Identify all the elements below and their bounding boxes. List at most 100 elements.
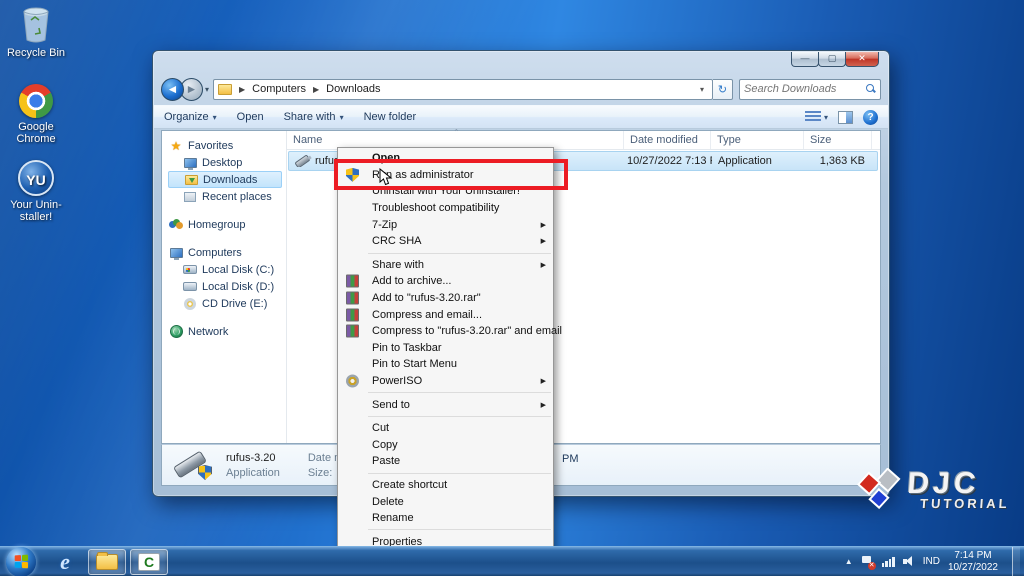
taskbar-c-app[interactable]: C — [130, 549, 168, 575]
winrar-icon — [346, 325, 359, 338]
taskbar-clock[interactable]: 7:14 PM 10/27/2022 — [948, 550, 1004, 574]
clock-date: 10/27/2022 — [948, 562, 998, 574]
refresh-button[interactable]: ↻ — [713, 79, 733, 100]
menu-item-share-with[interactable]: Share with — [338, 257, 553, 274]
network-icon — [170, 325, 183, 338]
disk-c-icon — [183, 265, 197, 274]
address-bar[interactable]: ▶ Computers ▶ Downloads ▾ — [213, 79, 713, 100]
system-tray: ▲ IND 7:14 PM 10/27/2022 — [845, 547, 1024, 576]
favorites-star-icon: ★ — [171, 139, 182, 153]
sidebar-group-favorites[interactable]: ★ Favorites — [168, 137, 286, 154]
watermark-subtitle: TUTORIAL — [919, 496, 1010, 511]
menu-item-send-to[interactable]: Send to — [338, 396, 553, 413]
close-button[interactable]: ✕ — [845, 52, 879, 67]
winrar-icon — [346, 275, 359, 288]
context-menu: Open Run as administrator Uninstall with… — [337, 147, 554, 553]
cd-drive-icon — [184, 298, 196, 310]
desktop-icon-your-uninstaller[interactable]: YU Your Unin-staller! — [0, 160, 72, 223]
navigation-pane: ★ Favorites Desktop Downloads Recent pla… — [162, 131, 286, 443]
help-button[interactable]: ? — [863, 110, 878, 125]
menu-item-poweriso[interactable]: PowerISO — [338, 373, 553, 390]
volume-icon[interactable] — [903, 556, 915, 567]
search-icon — [866, 84, 876, 94]
language-indicator[interactable]: IND — [923, 556, 940, 567]
desktop-icon-label: Google Chrome — [0, 121, 72, 145]
menu-item-compress-and-email[interactable]: Compress and email... — [338, 306, 553, 323]
clock-time: 7:14 PM — [948, 550, 998, 562]
sidebar-item-cd-drive-e[interactable]: CD Drive (E:) — [168, 295, 286, 312]
usb-app-icon — [294, 155, 310, 167]
command-toolbar: Organize Open Share with New folder ? — [154, 105, 888, 129]
minimize-button[interactable]: — — [791, 52, 819, 67]
search-input[interactable] — [744, 83, 866, 95]
start-button[interactable] — [6, 547, 36, 576]
desktop-icon-recycle-bin[interactable]: Recycle Bin — [0, 6, 72, 59]
sidebar-item-downloads[interactable]: Downloads — [168, 171, 282, 188]
change-view-button[interactable] — [805, 111, 828, 123]
action-center-icon[interactable] — [861, 556, 874, 568]
address-dropdown-icon[interactable]: ▾ — [696, 85, 708, 94]
taskbar-windows-explorer[interactable] — [88, 549, 126, 575]
share-with-button[interactable]: Share with — [274, 106, 354, 128]
views-icon — [805, 111, 821, 123]
menu-item-delete[interactable]: Delete — [338, 493, 553, 510]
desktop-icon-google-chrome[interactable]: Google Chrome — [0, 84, 72, 145]
menu-item-7-zip[interactable]: 7-Zip — [338, 216, 553, 233]
desktop-monitor-icon — [184, 158, 197, 168]
new-folder-button[interactable]: New folder — [354, 106, 427, 128]
explorer-folder-icon — [96, 554, 118, 570]
search-box[interactable] — [739, 79, 881, 100]
sort-indicator-icon: ⌃ — [453, 128, 460, 137]
mouse-cursor — [379, 168, 393, 186]
open-button[interactable]: Open — [227, 106, 274, 128]
desktop-icon-label: Your Unin-staller! — [0, 199, 72, 223]
menu-separator — [368, 253, 551, 254]
column-header-type[interactable]: Type — [711, 131, 804, 149]
menu-item-crc-sha[interactable]: CRC SHA — [338, 233, 553, 250]
sidebar-group-network[interactable]: Network — [168, 323, 286, 340]
breadcrumb-computers[interactable]: Computers — [250, 83, 308, 95]
menu-item-add-to-archive[interactable]: Add to archive... — [338, 273, 553, 290]
sidebar-item-recent-places[interactable]: Recent places — [168, 188, 286, 205]
winrar-icon — [346, 292, 359, 305]
menu-item-pin-to-start-menu[interactable]: Pin to Start Menu — [338, 356, 553, 373]
file-size: 1,363 KB — [805, 155, 871, 167]
chrome-icon — [19, 84, 53, 118]
organize-button[interactable]: Organize — [154, 106, 227, 128]
homegroup-icon — [169, 219, 183, 230]
menu-item-copy[interactable]: Copy — [338, 437, 553, 454]
computer-icon — [170, 248, 183, 258]
taskbar: e C ▲ IND 7:14 PM 10/27/2022 — [0, 546, 1024, 576]
file-type: Application — [712, 155, 805, 167]
sidebar-item-local-disk-d[interactable]: Local Disk (D:) — [168, 278, 286, 295]
nav-history-dropdown-icon[interactable]: ▾ — [205, 85, 209, 94]
menu-item-rename[interactable]: Rename — [338, 510, 553, 527]
show-hidden-icons-button[interactable]: ▲ — [845, 557, 853, 566]
menu-item-compress-to-rufus-rar-and-email[interactable]: Compress to "rufus-3.20.rar" and email — [338, 323, 553, 340]
window-controls: — ▢ ✕ — [792, 52, 879, 67]
breadcrumb-downloads[interactable]: Downloads — [324, 83, 382, 95]
maximize-button[interactable]: ▢ — [818, 52, 846, 67]
column-header-date-modified[interactable]: Date modified — [624, 131, 711, 149]
menu-item-paste[interactable]: Paste — [338, 453, 553, 470]
taskbar-internet-explorer[interactable]: e — [46, 549, 84, 575]
menu-item-pin-to-taskbar[interactable]: Pin to Taskbar — [338, 340, 553, 357]
back-button[interactable]: ◄ — [161, 78, 184, 101]
poweriso-icon — [346, 375, 359, 388]
menu-item-troubleshoot-compatibility[interactable]: Troubleshoot compatibility — [338, 200, 553, 217]
preview-pane-button[interactable] — [838, 111, 853, 124]
menu-separator — [368, 473, 551, 474]
sidebar-item-local-disk-c[interactable]: Local Disk (C:) — [168, 261, 286, 278]
show-desktop-button[interactable] — [1012, 547, 1020, 576]
menu-item-cut[interactable]: Cut — [338, 420, 553, 437]
sidebar-group-computers[interactable]: Computers — [168, 244, 286, 261]
column-header-size[interactable]: Size — [804, 131, 872, 149]
breadcrumb-arrow-icon: ▶ — [234, 85, 250, 94]
menu-item-create-shortcut[interactable]: Create shortcut — [338, 477, 553, 494]
menu-item-add-to-rufus-rar[interactable]: Add to "rufus-3.20.rar" — [338, 290, 553, 307]
details-file-type: Application — [226, 467, 280, 479]
sidebar-item-desktop[interactable]: Desktop — [168, 154, 286, 171]
sidebar-group-homegroup[interactable]: Homegroup — [168, 216, 286, 233]
network-signal-icon[interactable] — [882, 556, 895, 567]
menu-separator — [368, 529, 551, 530]
